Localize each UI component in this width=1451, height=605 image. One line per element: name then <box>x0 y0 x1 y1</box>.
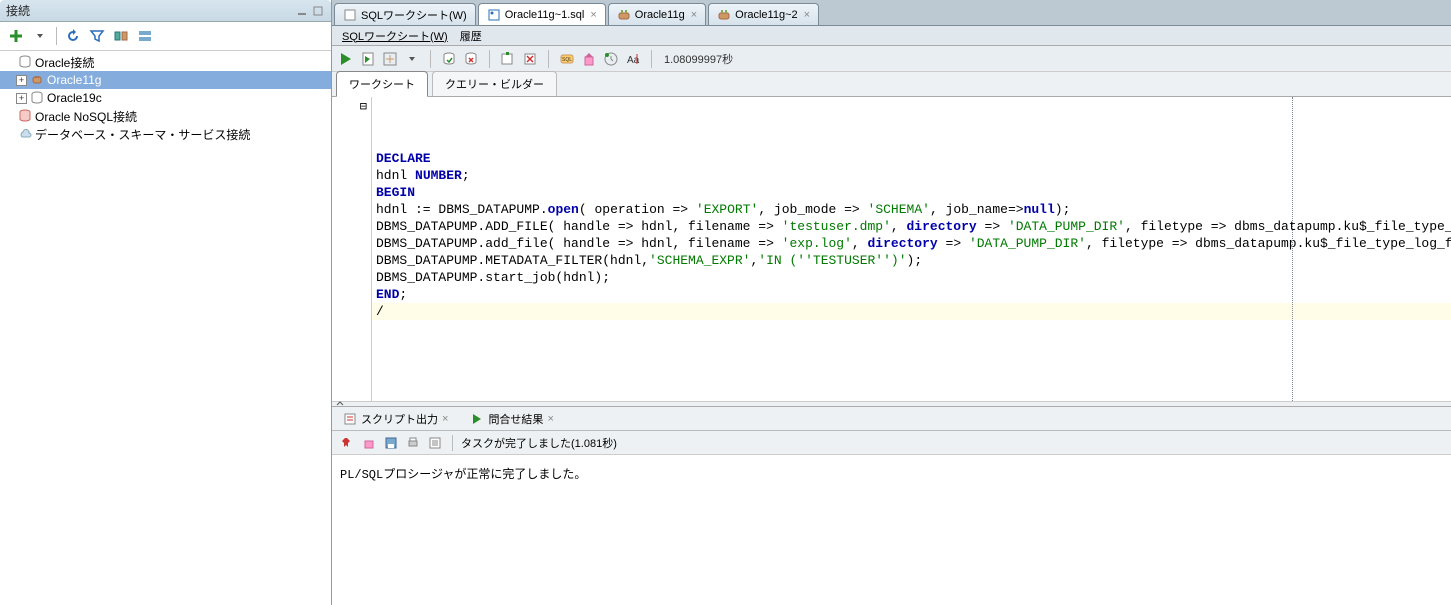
tree-item-oracle11g[interactable]: + Oracle11g <box>0 71 331 89</box>
tab-worksheet[interactable]: ワークシート <box>336 71 428 97</box>
close-icon[interactable]: × <box>691 9 697 21</box>
refresh-icon[interactable] <box>63 26 83 46</box>
pin-button[interactable] <box>338 434 356 452</box>
explain-plan-button[interactable] <box>380 49 400 69</box>
tree-service[interactable]: データベース・スキーマ・サービス接続 <box>0 125 331 143</box>
tns-icon[interactable] <box>111 26 131 46</box>
svg-text:Aa: Aa <box>627 55 640 66</box>
tab-query-result[interactable]: 問合せ結果 × <box>463 408 560 430</box>
subtitle-worksheet[interactable]: SQLワークシート(W) <box>336 26 454 46</box>
sqlfile-icon <box>487 8 501 22</box>
tab-oracle11g[interactable]: Oracle11g × <box>608 3 706 25</box>
print-button[interactable] <box>404 434 422 452</box>
sql-button[interactable]: SQL <box>557 49 577 69</box>
nosql-icon <box>17 108 33 124</box>
code-line[interactable]: hdnl := DBMS_DATAPUMP.open( operation =>… <box>372 201 1451 218</box>
code-editor[interactable]: ⊟ DECLAREhdnl NUMBER;BEGINhdnl := DBMS_D… <box>332 97 1451 401</box>
run-icon <box>470 412 484 426</box>
dropdown-icon[interactable] <box>402 49 422 69</box>
execution-duration: 1.08099997秒 <box>660 51 733 67</box>
tree-item-oracle19c[interactable]: + Oracle19c <box>0 89 331 107</box>
code-line[interactable]: / <box>372 303 1451 320</box>
tab-sqlworksheet[interactable]: SQLワークシート(W) <box>334 3 476 25</box>
worksheet-toolbar: SQL Aa 1.08099997秒 <box>332 46 1451 72</box>
result-toolbar: タスクが完了しました(1.081秒) <box>332 431 1451 455</box>
result-output: PL/SQLプロシージャが正常に完了しました。 <box>332 455 1451 605</box>
database-icon <box>29 90 45 106</box>
worksheet-tabs: ワークシート クエリー・ビルダー <box>332 72 1451 97</box>
cancel-button[interactable] <box>520 49 540 69</box>
subtitle-history[interactable]: 履歴 <box>454 26 488 46</box>
code-line[interactable]: DBMS_DATAPUMP.add_file( handle => hdnl, … <box>372 235 1451 252</box>
clear-button[interactable] <box>579 49 599 69</box>
minimize-icon[interactable] <box>295 4 309 18</box>
database-icon <box>17 54 33 70</box>
rollback-button[interactable] <box>461 49 481 69</box>
code-line[interactable]: END; <box>372 286 1451 303</box>
result-status: タスクが完了しました(1.081秒) <box>461 435 617 451</box>
connections-panel: 接続 Oracle接続 + Oracle11g <box>0 0 332 605</box>
clear-output-button[interactable] <box>360 434 378 452</box>
tree-root-oracle[interactable]: Oracle接続 <box>0 53 331 71</box>
close-icon[interactable]: × <box>547 413 553 425</box>
close-icon[interactable]: × <box>590 9 596 21</box>
editor-tabs: SQLワークシート(W) Oracle11g~1.sql × Oracle11g… <box>332 0 1451 26</box>
new-connection-button[interactable] <box>6 26 26 46</box>
connections-tree: Oracle接続 + Oracle11g + Oracle19c Oracle … <box>0 51 331 605</box>
save-button[interactable] <box>382 434 400 452</box>
worksheet-icon <box>343 8 357 22</box>
svg-text:SQL: SQL <box>562 57 572 63</box>
expand-icon[interactable] <box>135 26 155 46</box>
script-output-icon <box>343 412 357 426</box>
gutter: ⊟ <box>332 97 372 401</box>
code-line[interactable]: DECLARE <box>372 150 1451 167</box>
dropdown-icon[interactable] <box>30 26 50 46</box>
code-line[interactable]: DBMS_DATAPUMP.METADATA_FILTER(hdnl,'SCHE… <box>372 252 1451 269</box>
code-line[interactable]: DBMS_DATAPUMP.ADD_FILE( handle => hdnl, … <box>372 218 1451 235</box>
code-line[interactable]: BEGIN <box>372 184 1451 201</box>
tab-oracle11g-1-sql[interactable]: Oracle11g~1.sql × <box>478 3 606 25</box>
close-icon[interactable]: × <box>804 9 810 21</box>
history-button[interactable] <box>601 49 621 69</box>
format-button[interactable]: Aa <box>623 49 643 69</box>
close-icon[interactable]: × <box>442 413 448 425</box>
expand-button[interactable]: + <box>16 75 27 86</box>
tree-nosql[interactable]: Oracle NoSQL接続 <box>0 107 331 125</box>
connections-title: 接続 <box>6 2 293 19</box>
commit-button[interactable] <box>439 49 459 69</box>
plug-icon <box>29 72 45 88</box>
buffer-button[interactable] <box>426 434 444 452</box>
expand-button[interactable]: + <box>16 93 27 104</box>
tab-query-builder[interactable]: クエリー・ビルダー <box>432 71 557 96</box>
run-button[interactable] <box>336 49 356 69</box>
tab-oracle11g-2[interactable]: Oracle11g~2 × <box>708 3 819 25</box>
subtitle-bar: SQLワークシート(W) 履歴 <box>332 26 1451 46</box>
run-script-button[interactable] <box>358 49 378 69</box>
connection-icon <box>617 8 631 22</box>
connection-icon <box>717 8 731 22</box>
dock-icon[interactable] <box>311 4 325 18</box>
result-tabs: スクリプト出力 × 問合せ結果 × <box>332 407 1451 431</box>
code-line[interactable]: DBMS_DATAPUMP.start_job(hdnl); <box>372 269 1451 286</box>
cloud-icon <box>17 126 33 142</box>
tab-script-output[interactable]: スクリプト出力 × <box>336 408 455 430</box>
filter-icon[interactable] <box>87 26 107 46</box>
unshared-button[interactable] <box>498 49 518 69</box>
code-line[interactable]: hdnl NUMBER; <box>372 167 1451 184</box>
